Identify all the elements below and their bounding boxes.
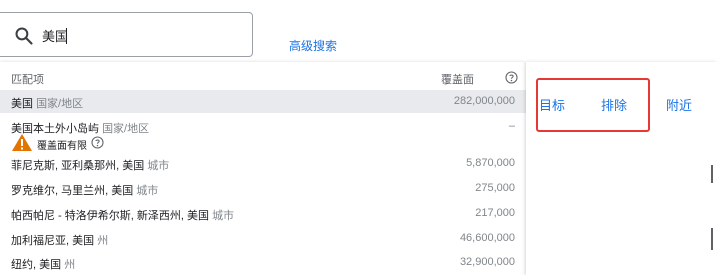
result-type: 州 bbox=[97, 235, 109, 247]
help-icon[interactable] bbox=[91, 136, 104, 149]
search-input[interactable] bbox=[42, 23, 232, 47]
result-name: 纽约, 美国 州 bbox=[11, 259, 76, 271]
location-search-box[interactable] bbox=[0, 12, 253, 57]
result-type: 城市 bbox=[147, 160, 170, 172]
result-row-new-york[interactable]: 纽约, 美国 州 32,900,000 bbox=[0, 251, 526, 274]
results-header: 匹配项 覆盖面 bbox=[0, 62, 526, 90]
result-row-phoenix[interactable]: 菲尼克斯, 亚利桑那州, 美国 城市 5,870,000 bbox=[0, 152, 526, 175]
result-row-us-minor-outlying-islands[interactable]: 美国本土外小岛屿 国家/地区 – bbox=[0, 115, 526, 138]
result-row-california[interactable]: 加利福尼亚, 美国 州 46,600,000 bbox=[0, 227, 526, 250]
result-reach: – bbox=[508, 120, 515, 132]
result-reach: 46,600,000 bbox=[459, 232, 515, 244]
text-caret bbox=[66, 28, 67, 44]
panel-edge-mark bbox=[711, 165, 713, 183]
result-name: 罗克维尔, 马里兰州, 美国 城市 bbox=[11, 185, 159, 197]
result-reach: 5,870,000 bbox=[466, 157, 515, 169]
result-reach: 217,000 bbox=[475, 207, 515, 219]
result-type: 国家/地区 bbox=[102, 123, 150, 135]
help-icon[interactable] bbox=[505, 71, 518, 84]
nearby-button[interactable]: 附近 bbox=[666, 95, 692, 114]
result-reach: 275,000 bbox=[475, 182, 515, 194]
annotation-highlight-box bbox=[536, 78, 650, 132]
result-name: 帕西帕尼 - 特洛伊希尔斯, 新泽西州, 美国 城市 bbox=[11, 210, 235, 222]
result-type: 城市 bbox=[136, 185, 159, 197]
result-reach: 282,000,000 bbox=[453, 95, 515, 107]
warning-icon bbox=[12, 134, 32, 151]
result-name: 菲尼克斯, 亚利桑那州, 美国 城市 bbox=[11, 160, 170, 172]
search-icon bbox=[15, 27, 33, 45]
advanced-search-link[interactable]: 高级搜索 bbox=[289, 37, 337, 54]
result-type: 城市 bbox=[212, 210, 235, 222]
result-row-parsippany[interactable]: 帕西帕尼 - 特洛伊希尔斯, 新泽西州, 美国 城市 217,000 bbox=[0, 202, 526, 225]
reach-column-header: 覆盖面 bbox=[441, 74, 474, 86]
result-row-rockville[interactable]: 罗克维尔, 马里兰州, 美国 城市 275,000 bbox=[0, 177, 526, 200]
warning-text: 覆盖面有限 bbox=[37, 141, 87, 152]
result-reach: 32,900,000 bbox=[459, 256, 515, 268]
result-type: 国家/地区 bbox=[36, 98, 84, 110]
result-row-united-states[interactable]: 美国 国家/地区 282,000,000 bbox=[0, 90, 526, 113]
result-name: 加利福尼亚, 美国 州 bbox=[11, 235, 109, 247]
panel-edge-mark bbox=[711, 228, 713, 250]
result-name: 美国 国家/地区 bbox=[11, 98, 84, 110]
match-column-header: 匹配项 bbox=[11, 74, 44, 86]
result-type: 州 bbox=[64, 259, 76, 271]
